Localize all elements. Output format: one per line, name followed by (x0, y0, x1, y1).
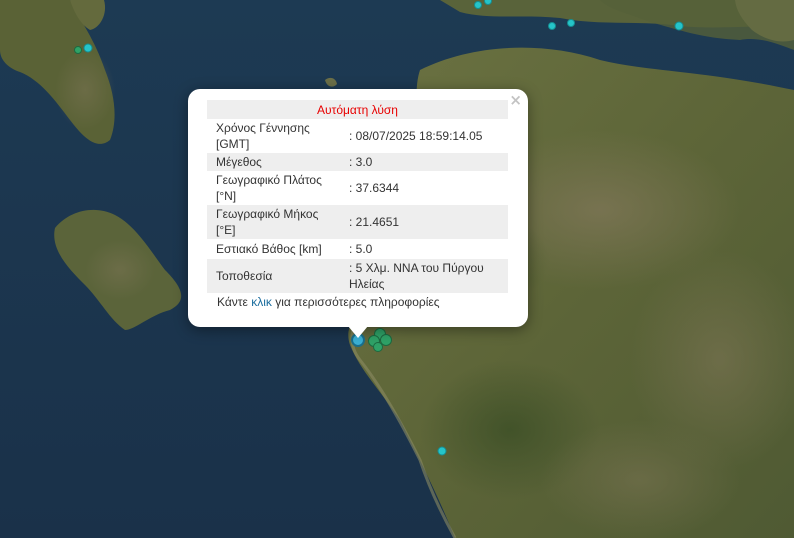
row-value: : 21.4651 (344, 205, 508, 239)
quake-marker[interactable] (83, 43, 93, 53)
row-label: Μέγεθος (207, 153, 344, 171)
event-info-table: Αυτόματη λύση Χρόνος Γέννησης [GMT] : 08… (207, 100, 508, 293)
more-prefix: Κάντε (217, 295, 252, 309)
row-value: : 37.6344 (349, 181, 400, 195)
table-row: Γεωγραφικό Πλάτος [°N] : 37.6344 (207, 171, 508, 205)
row-value: : 5 Χλμ. ΝΝΑ του Πύργου Ηλείας (344, 259, 508, 293)
more-suffix: για περισσότερες πληροφορίες (271, 295, 440, 309)
row-label: Χρόνος Γέννησης [GMT] (216, 121, 310, 151)
popup-header-row: Αυτόματη λύση (207, 100, 508, 119)
event-popup: × Αυτόματη λύση Χρόνος Γέννησης [GMT] : … (188, 89, 528, 327)
row-label: Εστιακό Βάθος [km] (216, 242, 322, 256)
quake-marker[interactable] (548, 22, 556, 30)
quake-marker[interactable] (373, 342, 383, 352)
row-label: Γεωγραφικό Μήκος [°E] (207, 205, 344, 239)
row-value: : 5.0 (349, 242, 373, 256)
row-label: Γεωγραφικό Πλάτος [°N] (216, 173, 322, 203)
table-row: Τοποθεσία : 5 Χλμ. ΝΝΑ του Πύργου Ηλείας (207, 259, 508, 293)
more-info-text: Κάντε κλικ για περισσότερες πληροφορίες (217, 295, 440, 309)
more-info-link[interactable]: κλικ (251, 295, 272, 309)
quake-marker[interactable] (674, 21, 684, 31)
table-row: Γεωγραφικό Μήκος [°E] : 21.4651 (207, 205, 508, 239)
table-row: Μέγεθος : 3.0 (207, 153, 508, 171)
row-label: Τοποθεσία (207, 259, 344, 293)
table-row: Εστιακό Βάθος [km] : 5.0 (207, 239, 508, 259)
quake-marker[interactable] (474, 1, 482, 9)
row-value: : 08/07/2025 18:59:14.05 (349, 129, 483, 143)
quake-marker[interactable] (437, 446, 447, 456)
row-value: : 3.0 (344, 153, 508, 171)
close-icon[interactable]: × (509, 91, 522, 109)
popup-title: Αυτόματη λύση (207, 100, 508, 119)
quake-marker[interactable] (74, 46, 82, 54)
table-row: Χρόνος Γέννησης [GMT] : 08/07/2025 18:59… (207, 119, 508, 153)
popup-tip (348, 326, 368, 338)
quake-marker[interactable] (567, 19, 575, 27)
